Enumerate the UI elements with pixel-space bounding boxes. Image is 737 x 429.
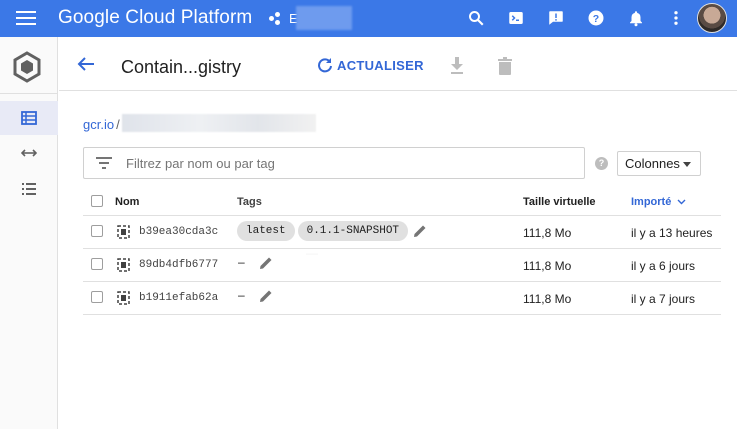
edit-tags-icon[interactable] (413, 224, 427, 238)
breadcrumb-separator: / (116, 117, 120, 132)
more-vert-icon[interactable] (667, 9, 685, 27)
breadcrumb-root-link[interactable]: gcr.io (83, 117, 114, 132)
filter-help-icon[interactable]: ? (595, 157, 608, 170)
image-name[interactable]: b39ea30cda3c (139, 226, 218, 238)
select-all-checkbox[interactable] (91, 195, 103, 207)
row-checkbox[interactable] (91, 258, 103, 270)
brand-title[interactable]: Google Cloud Platform (58, 7, 252, 29)
filter-input[interactable] (126, 155, 566, 171)
dropdown-caret-icon (683, 162, 691, 167)
menu-icon[interactable] (16, 11, 36, 26)
delete-icon[interactable] (496, 56, 514, 76)
tag-chip[interactable]: 0.1.1-SNAPSHOT (297, 221, 409, 241)
table-row[interactable]: b39ea30cda3c latest 0.1.1-SNAPSHOT 111,8 … (83, 216, 721, 249)
image-name[interactable]: b1911efab62a (139, 292, 218, 304)
columns-dropdown[interactable]: Colonnes (617, 151, 701, 176)
page-title: Contain...gistry (121, 57, 242, 77)
image-name[interactable]: 89db4dfb6777 (139, 259, 218, 271)
table-row[interactable]: b1911efab62a – 111,8 Mo il y a 7 jours (83, 282, 721, 315)
table-header-row: Nom Tags Taille virtuelle Importé (83, 186, 721, 216)
images-list-icon (21, 111, 37, 125)
svg-text:?: ? (593, 13, 599, 25)
image-digest-icon (117, 225, 130, 239)
tag-list: latest 0.1.1-SNAPSHOT (237, 221, 411, 241)
header-name[interactable]: Nom (115, 196, 139, 208)
transfer-icon (21, 149, 37, 157)
breadcrumb: gcr.io / (83, 117, 122, 132)
image-digest-icon (117, 291, 130, 305)
image-imported: il y a 6 jours (631, 259, 696, 273)
product-nav-rail (0, 37, 58, 429)
header-tags: Tags (237, 196, 262, 208)
download-icon[interactable] (448, 56, 466, 76)
notifications-icon[interactable] (627, 9, 645, 27)
image-imported: il y a 13 heures (631, 226, 713, 240)
container-registry-logo-icon (13, 51, 41, 83)
refresh-label: ACTUALISER (337, 57, 424, 73)
empty-tag-dash: – (238, 255, 245, 269)
rail-item-settings[interactable] (0, 172, 58, 206)
row-checkbox[interactable] (91, 225, 103, 237)
page-header: Contain...gistry ACTUALISER (59, 37, 737, 91)
redacted-project-name (296, 6, 352, 30)
image-size: 111,8 Mo (523, 292, 572, 306)
image-digest-icon (117, 258, 130, 272)
edit-tags-icon[interactable] (259, 256, 273, 270)
image-size: 111,8 Mo (523, 259, 572, 273)
filter-list-icon (96, 157, 112, 169)
feedback-icon[interactable] (547, 9, 565, 27)
search-icon[interactable] (467, 9, 485, 27)
refresh-icon (318, 58, 332, 73)
image-imported: il y a 7 jours (631, 292, 696, 306)
cloud-shell-icon[interactable] (507, 9, 525, 27)
image-size: 111,8 Mo (523, 226, 572, 240)
filter-bar (83, 147, 585, 179)
account-avatar[interactable] (697, 3, 727, 33)
rail-item-images[interactable] (0, 101, 58, 135)
tag-chip[interactable]: latest (237, 221, 295, 241)
settings-list-icon (22, 183, 36, 195)
empty-tag-dash: – (238, 288, 245, 302)
project-selector[interactable]: E (269, 11, 298, 26)
edit-tags-icon[interactable] (259, 289, 273, 303)
sort-descending-icon (677, 199, 686, 205)
table-row[interactable]: 89db4dfb6777 – 111,8 Mo il y a 6 jours (83, 249, 721, 282)
columns-label: Colonnes (625, 156, 680, 171)
rail-divider (0, 93, 58, 94)
header-imported[interactable]: Importé (631, 196, 686, 208)
project-dots-icon (269, 11, 283, 26)
redacted-path (122, 114, 316, 132)
top-app-bar: Google Cloud Platform E ? (0, 0, 737, 37)
rail-item-transfer[interactable] (0, 136, 58, 170)
refresh-button[interactable]: ACTUALISER (317, 57, 424, 73)
row-checkbox[interactable] (91, 291, 103, 303)
header-size[interactable]: Taille virtuelle (523, 196, 596, 208)
help-icon[interactable]: ? (587, 9, 605, 27)
header-imported-label: Importé (631, 196, 672, 208)
back-arrow-icon[interactable] (77, 56, 95, 72)
